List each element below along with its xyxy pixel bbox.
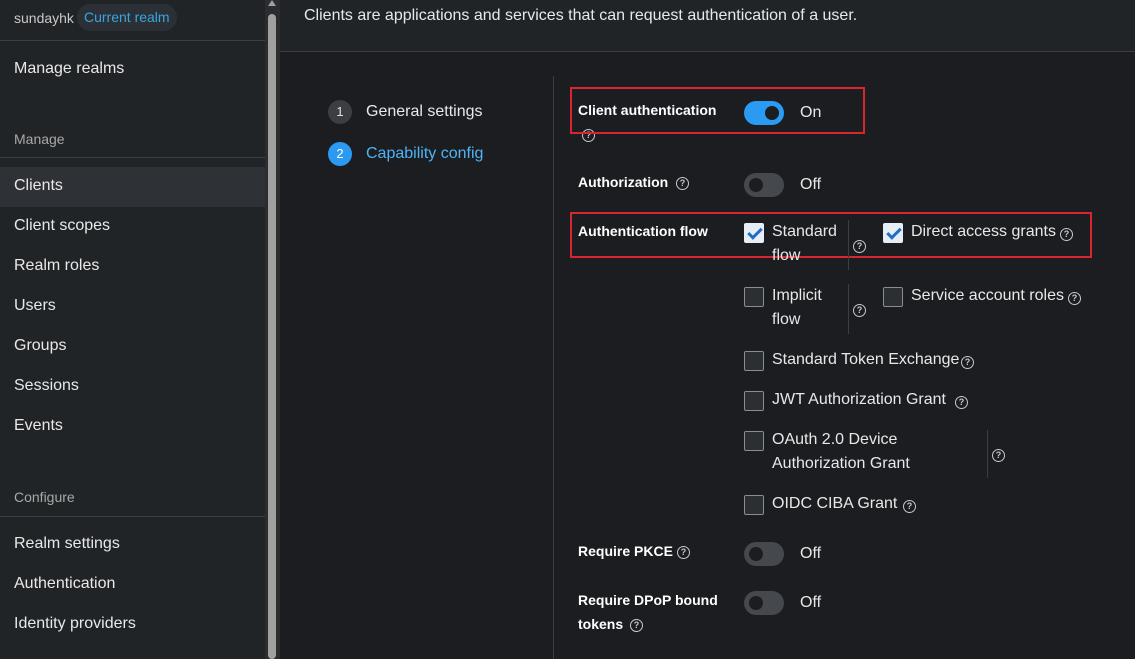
service-account-roles-label: Service account roles: [911, 287, 1064, 304]
dpop-label-2: tokens: [578, 616, 624, 632]
step-number: 2: [328, 142, 352, 166]
question-circle-icon[interactable]: ?: [853, 240, 866, 253]
sidebar-item-label: Realm settings: [14, 535, 120, 552]
implicit-flow-label-2: flow: [772, 311, 801, 328]
direct-access-grants-checkbox[interactable]: [883, 223, 903, 243]
sidebar-item-label: Events: [14, 417, 63, 434]
sidebar-item-label: Authentication: [14, 575, 116, 592]
question-circle-icon[interactable]: ?: [676, 177, 689, 190]
implicit-flow-label-1: Implicit: [772, 287, 822, 304]
sidebar-item-label: Identity providers: [14, 615, 136, 632]
configure-section-title: Configure: [14, 489, 75, 505]
sidebar-scrollbar[interactable]: [265, 0, 280, 659]
manage-realms-link[interactable]: Manage realms: [14, 60, 124, 78]
sidebar-item-sessions[interactable]: Sessions: [0, 367, 265, 407]
wizard-divider: [553, 76, 554, 659]
oauth-device-grant-label-1: OAuth 2.0 Device: [772, 431, 898, 448]
realm-name: sundayhk: [14, 10, 74, 26]
sidebar-item-label: Sessions: [14, 377, 79, 394]
divider: [848, 284, 849, 334]
direct-access-grants-label: Direct access grants: [911, 223, 1056, 240]
sidebar-item-users[interactable]: Users: [0, 287, 265, 327]
oidc-ciba-grant-label: OIDC CIBA Grant: [772, 495, 898, 512]
scroll-thumb[interactable]: [268, 14, 276, 659]
pkce-state: Off: [800, 545, 822, 562]
pkce-label: Require PKCE: [578, 543, 673, 559]
jwt-authorization-grant-checkbox[interactable]: [744, 391, 764, 411]
page-header: Clients are applications and services th…: [280, 0, 1135, 52]
scroll-up-arrow-icon[interactable]: [268, 0, 276, 6]
step-label: General settings: [366, 103, 483, 120]
authorization-label: Authorization: [578, 174, 669, 190]
toggle-knob: [749, 596, 763, 610]
section-divider: [0, 157, 265, 158]
question-circle-icon[interactable]: ?: [903, 500, 916, 513]
question-circle-icon[interactable]: ?: [677, 546, 690, 559]
divider: [987, 430, 988, 478]
question-circle-icon[interactable]: ?: [1060, 228, 1073, 241]
sidebar-item-authentication[interactable]: Authentication: [0, 565, 265, 605]
sidebar-item-client-scopes[interactable]: Client scopes: [0, 207, 265, 247]
sidebar-item-clients[interactable]: Clients: [0, 167, 265, 207]
question-circle-icon[interactable]: ?: [961, 356, 974, 369]
pkce-toggle[interactable]: [744, 542, 784, 566]
section-divider: [0, 516, 265, 517]
sidebar-item-realm-roles[interactable]: Realm roles: [0, 247, 265, 287]
service-account-roles-checkbox[interactable]: [883, 287, 903, 307]
sidebar-item-realm-settings[interactable]: Realm settings: [0, 525, 265, 565]
dpop-toggle[interactable]: [744, 591, 784, 615]
question-circle-icon[interactable]: ?: [630, 619, 643, 632]
dpop-label-1: Require DPoP bound: [578, 592, 718, 608]
standard-flow-checkbox[interactable]: [744, 223, 764, 243]
page-description: Clients are applications and services th…: [304, 7, 858, 24]
sidebar: sundayhk Current realm Manage realms Man…: [0, 0, 265, 659]
sidebar-item-label: Groups: [14, 337, 67, 354]
dpop-state: Off: [800, 594, 822, 611]
sidebar-item-label: Client scopes: [14, 217, 111, 234]
divider: [848, 220, 849, 270]
current-realm-badge: Current realm: [77, 4, 177, 31]
oidc-ciba-grant-checkbox[interactable]: [744, 495, 764, 515]
jwt-authorization-grant-label: JWT Authorization Grant: [772, 391, 946, 408]
question-circle-icon[interactable]: ?: [853, 304, 866, 317]
question-circle-icon[interactable]: ?: [1068, 292, 1081, 305]
sidebar-item-identity-providers[interactable]: Identity providers: [0, 605, 265, 645]
highlight-box: [570, 87, 865, 134]
standard-flow-label-2: flow: [772, 247, 801, 264]
step-number: 1: [328, 100, 352, 124]
standard-flow-label-1: Standard: [772, 223, 837, 240]
standard-token-exchange-checkbox[interactable]: [744, 351, 764, 371]
question-circle-icon[interactable]: ?: [992, 449, 1005, 462]
standard-token-exchange-label: Standard Token Exchange: [772, 351, 960, 368]
sidebar-item-label: Clients: [14, 177, 63, 194]
sidebar-item-label: Realm roles: [14, 257, 100, 274]
sidebar-item-label: Users: [14, 297, 56, 314]
sidebar-item-events[interactable]: Events: [0, 407, 265, 447]
realm-selector[interactable]: sundayhk Current realm: [0, 0, 265, 41]
oauth-device-grant-label-2: Authorization Grant: [772, 455, 910, 472]
toggle-knob: [749, 178, 763, 192]
implicit-flow-checkbox[interactable]: [744, 287, 764, 307]
step-label: Capability config: [366, 145, 484, 162]
authorization-state: Off: [800, 176, 822, 193]
authorization-toggle[interactable]: [744, 173, 784, 197]
main-content: Clients are applications and services th…: [280, 0, 1135, 659]
sidebar-item-groups[interactable]: Groups: [0, 327, 265, 367]
manage-section-title: Manage: [14, 131, 65, 147]
toggle-knob: [749, 547, 763, 561]
question-circle-icon[interactable]: ?: [955, 396, 968, 409]
oauth-device-grant-checkbox[interactable]: [744, 431, 764, 451]
